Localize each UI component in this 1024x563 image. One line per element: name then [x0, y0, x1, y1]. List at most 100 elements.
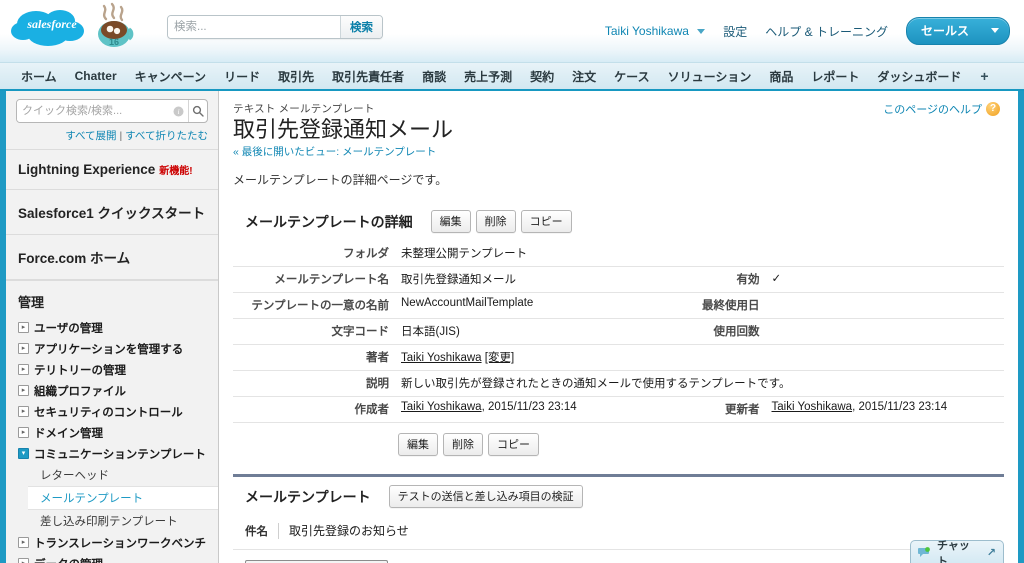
chevron-right-icon[interactable]: ▸: [18, 406, 29, 417]
sidebar-block-forcecom-home[interactable]: Force.com ホーム: [6, 235, 218, 280]
expand-all-link[interactable]: すべて展開: [65, 130, 116, 142]
page-help-link[interactable]: このページのヘルプ ?: [883, 101, 1000, 117]
field-label-blank2: [633, 344, 766, 372]
field-label-author: 著者: [233, 344, 395, 372]
field-label-template-name: メールテンプレート名: [233, 266, 395, 294]
setup-link[interactable]: 設定: [723, 23, 747, 40]
sidebar-item-email-templates[interactable]: メールテンプレート: [28, 486, 218, 510]
chevron-right-icon[interactable]: ▸: [18, 537, 29, 548]
field-value-folder: 未整理公開テンプレート: [395, 241, 634, 268]
app-picker[interactable]: セールス: [905, 17, 1010, 45]
tab-cases[interactable]: ケース: [605, 63, 658, 89]
info-icon[interactable]: i: [169, 100, 188, 122]
page-title: 取引先登録通知メール: [233, 117, 454, 142]
quick-find-input[interactable]: [17, 100, 169, 122]
add-tab-button[interactable]: +: [970, 63, 998, 89]
chevron-right-icon[interactable]: ▸: [18, 343, 29, 354]
global-search[interactable]: 検索: [167, 15, 383, 39]
sidebar-admin-list: ▸ ユーザの管理 ▸ アプリケーションを管理する ▸ テリトリーの管理 ▸ 組織…: [6, 317, 218, 464]
table-row: メールテンプレート名 取引先登録通知メール 有効 ✓: [233, 266, 1004, 294]
delete-button-bottom[interactable]: 削除: [443, 433, 483, 457]
edit-button-bottom[interactable]: 編集: [398, 433, 438, 457]
sidebar-item-company-profile[interactable]: ▸ 組織プロファイル: [14, 380, 218, 401]
field-label-description: 説明: [233, 370, 395, 398]
sidebar-item-security-controls[interactable]: ▸ セキュリティのコントロール: [14, 401, 218, 422]
chevron-right-icon[interactable]: ▸: [18, 385, 29, 396]
chevron-right-icon[interactable]: ▸: [18, 427, 29, 438]
field-label-active: 有効: [633, 266, 766, 294]
user-menu[interactable]: Taiki Yoshikawa: [605, 24, 706, 38]
sidebar-item-label: ドメイン管理: [34, 427, 103, 440]
global-search-input[interactable]: [168, 16, 340, 38]
tab-reports[interactable]: レポート: [802, 63, 868, 89]
quick-find-box[interactable]: i: [16, 99, 208, 123]
chat-label: チャット: [937, 539, 970, 563]
subject-value: 取引先登録のお知らせ: [289, 524, 409, 539]
logo-area[interactable]: salesforce 16: [10, 2, 150, 58]
tab-home[interactable]: ホーム: [12, 63, 66, 89]
chevron-right-icon[interactable]: ▸: [18, 322, 29, 333]
send-test-and-verify-merge-fields-button[interactable]: テストの送信と差し込み項目の検証: [388, 485, 583, 509]
tab-accounts[interactable]: 取引先: [269, 63, 323, 89]
chevron-right-icon[interactable]: ▸: [18, 364, 29, 375]
delete-button[interactable]: 削除: [475, 210, 516, 234]
field-value-template-name: 取引先登録通知メール: [395, 266, 634, 294]
sidebar-item-manage-territories[interactable]: ▸ テリトリーの管理: [14, 359, 218, 380]
sidebar-item-manage-apps[interactable]: ▸ アプリケーションを管理する: [14, 338, 218, 359]
help-training-link[interactable]: ヘルプ & トレーニング: [765, 23, 888, 40]
tab-products[interactable]: 商品: [760, 63, 802, 89]
updated-by-link[interactable]: Taiki Yoshikawa: [772, 401, 853, 413]
help-question-icon[interactable]: ?: [986, 102, 1000, 116]
email-template-detail-panel: メールテンプレートの詳細 編集 削除 コピー フォルダ 未整理公開テンプレート: [233, 202, 1004, 468]
clone-button-bottom[interactable]: コピー: [488, 433, 539, 457]
table-row: 文字コード 日本語(JIS) 使用回数: [233, 318, 1004, 346]
tab-chatter[interactable]: Chatter: [66, 63, 126, 89]
chevron-down-icon[interactable]: ▾: [18, 448, 29, 459]
global-search-button[interactable]: 検索: [340, 16, 382, 38]
tab-contracts[interactable]: 契約: [521, 63, 563, 89]
sidebar-item-communication-templates[interactable]: ▾ コミュニケーションテンプレート: [14, 443, 218, 464]
field-value-last-used-date: [765, 292, 1004, 320]
field-label-folder: フォルダ: [233, 241, 395, 268]
field-label-encoding: 文字コード: [233, 318, 395, 346]
search-icon[interactable]: [187, 100, 208, 122]
sidebar-item-letterheads[interactable]: レターヘッド: [32, 464, 218, 486]
chat-widget[interactable]: チャット ↗: [910, 540, 1004, 563]
chevron-down-icon[interactable]: [697, 29, 706, 35]
created-by-link[interactable]: Taiki Yoshikawa: [401, 401, 482, 413]
tab-forecasts[interactable]: 売上予測: [455, 63, 521, 89]
updated-at-timestamp: , 2015/11/23 23:14: [852, 401, 948, 414]
sidebar-item-manage-users[interactable]: ▸ ユーザの管理: [14, 317, 218, 338]
detail-panel-title: メールテンプレートの詳細: [245, 213, 413, 230]
back-to-list-link[interactable]: « 最後に開いたビュー: メールテンプレート: [233, 144, 1004, 159]
sidebar-item-mail-merge-templates[interactable]: 差し込み印刷テンプレート: [32, 510, 218, 532]
tab-contacts[interactable]: 取引先責任者: [323, 63, 413, 89]
author-link[interactable]: Taiki Yoshikawa: [401, 352, 482, 364]
tab-dashboards[interactable]: ダッシュボード: [868, 63, 970, 89]
preview-area: テキスト形式プレビュー 関係者各位: [233, 550, 1004, 563]
global-header: salesforce 16 検索... 検索 Taiki Yoshikawa 設…: [0, 0, 1024, 63]
field-label-created-by: 作成者: [233, 396, 395, 424]
sidebar-block-lightning-experience[interactable]: Lightning Experience 新機能!: [6, 149, 218, 190]
template-panel-header: メールテンプレート テストの送信と差し込み項目の検証: [233, 477, 1004, 516]
clone-button[interactable]: コピー: [520, 210, 572, 234]
tab-leads[interactable]: リード: [215, 63, 269, 89]
tab-campaigns[interactable]: キャンペーン: [126, 63, 215, 89]
sidebar-item-label: 組織プロファイル: [34, 385, 126, 398]
chevron-right-icon[interactable]: ▸: [18, 558, 29, 563]
sidebar-item-domain-management[interactable]: ▸ ドメイン管理: [14, 422, 218, 443]
sidebar-item-translation-workbench[interactable]: ▸ トランスレーションワークベンチ: [14, 532, 218, 553]
tab-opportunities[interactable]: 商談: [413, 63, 455, 89]
edit-button[interactable]: 編集: [430, 210, 471, 234]
sidebar-block-salesforce1-quickstart[interactable]: Salesforce1 クイックスタート: [6, 190, 218, 235]
sidebar-item-label: テリトリーの管理: [34, 364, 126, 377]
sidebar-item-data-management[interactable]: ▸ データの管理: [14, 553, 218, 563]
collapse-all-link[interactable]: すべて折りたたむ: [125, 130, 208, 142]
chevron-down-icon[interactable]: [991, 28, 999, 33]
expand-arrow-icon[interactable]: ↗: [987, 546, 996, 559]
change-author-link[interactable]: [変更]: [485, 352, 514, 364]
salesforce-cloud-logo[interactable]: salesforce: [10, 7, 94, 47]
tab-solutions[interactable]: ソリューション: [659, 63, 761, 89]
sidebar-item-label: セキュリティのコントロール: [34, 406, 183, 419]
tab-orders[interactable]: 注文: [563, 63, 605, 89]
